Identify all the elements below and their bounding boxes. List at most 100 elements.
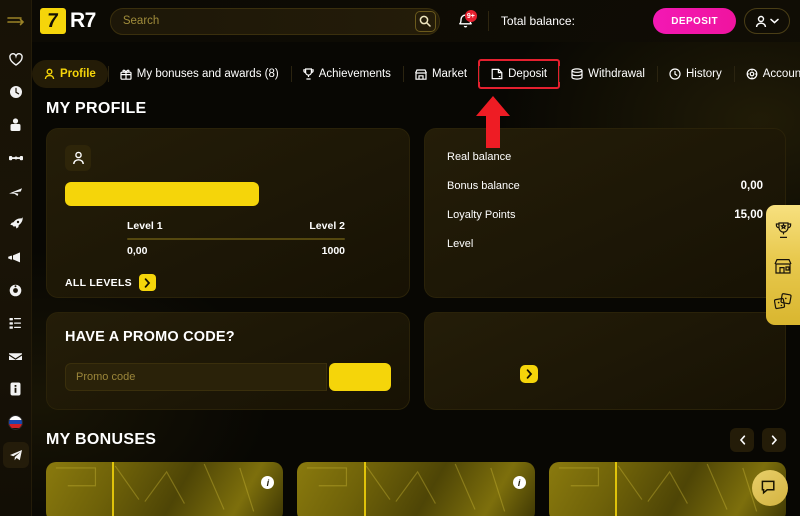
- bonuses-next-chevron-right-icon[interactable]: [762, 428, 786, 452]
- bonus-card[interactable]: i: [46, 462, 284, 516]
- balance-card: Real balance Bonus balance 0,00 Loyalty …: [424, 128, 786, 298]
- page-title: MY PROFILE: [46, 100, 147, 117]
- level-left-label: Level 1: [127, 220, 163, 232]
- secondary-card: [424, 312, 786, 410]
- promo-title: HAVE A PROMO CODE?: [65, 329, 235, 345]
- profile-nav-tabs: Profile My bonuses and awards (8) Achiev…: [32, 58, 800, 90]
- cash-icon: [571, 68, 583, 80]
- tab-history[interactable]: History: [656, 60, 734, 88]
- tab-market[interactable]: Market: [402, 60, 479, 88]
- heart-icon[interactable]: [3, 46, 29, 72]
- sports-icon[interactable]: [3, 145, 29, 171]
- rocket-icon[interactable]: [3, 211, 29, 237]
- tab-label: Account Settin: [762, 68, 800, 80]
- user-icon: [755, 15, 767, 27]
- slots-icon[interactable]: [3, 112, 29, 138]
- bonus-card[interactable]: [548, 462, 786, 516]
- level-progress-bar: [127, 238, 345, 240]
- level-values: 0,00 1000: [127, 245, 345, 257]
- info-icon[interactable]: [3, 376, 29, 402]
- chevron-down-icon: [770, 18, 779, 24]
- logo-mark-letter: 7: [46, 10, 60, 32]
- shop-icon[interactable]: [774, 258, 792, 274]
- tab-my-bonuses-and-awards[interactable]: My bonuses and awards (8): [107, 60, 291, 88]
- tab-deposit[interactable]: Deposit: [478, 59, 561, 89]
- brand-logo[interactable]: 7 R7: [40, 8, 96, 34]
- tab-label: Market: [431, 68, 468, 80]
- app-root: 7 R7 9+ Total balance: DEPOSIT: [0, 0, 800, 516]
- player-name-redacted: [65, 182, 259, 206]
- balance-row: Level: [447, 238, 763, 250]
- side-quick-widget: [766, 205, 800, 325]
- tab-profile[interactable]: Profile: [32, 60, 108, 88]
- user-menu-button[interactable]: [744, 8, 790, 34]
- left-sidebar: [0, 0, 32, 516]
- level-right-label: Level 2: [309, 220, 345, 232]
- bonuses-prev-chevron-left-icon[interactable]: [730, 428, 754, 452]
- tab-account-settings[interactable]: Account Settin: [733, 60, 800, 88]
- deposit-button[interactable]: DEPOSIT: [653, 8, 736, 34]
- dice-icon[interactable]: [774, 292, 792, 310]
- bonuses-title: MY BONUSES: [46, 431, 157, 448]
- total-balance-label: Total balance:: [500, 14, 575, 28]
- envelope-icon[interactable]: [3, 343, 29, 369]
- flag-ru-icon[interactable]: [3, 409, 29, 435]
- flag-ru-shape: [8, 414, 23, 430]
- bonus-card[interactable]: i: [297, 462, 535, 516]
- leaderboard-icon[interactable]: [3, 310, 29, 336]
- history-icon: [669, 68, 681, 80]
- user-icon: [44, 68, 55, 80]
- telegram-icon[interactable]: [2, 442, 29, 468]
- info-icon[interactable]: i: [512, 476, 526, 489]
- search-input[interactable]: [122, 15, 415, 27]
- header-divider: [487, 11, 489, 31]
- search-icon[interactable]: [414, 10, 436, 32]
- balance-label: Bonus balance: [447, 180, 520, 192]
- collapse-arrow-icon[interactable]: [3, 9, 29, 35]
- tab-label: Achievements: [318, 68, 391, 80]
- gift-icon: [120, 68, 132, 80]
- bell-badge: 9+: [464, 10, 477, 22]
- tab-withdrawal[interactable]: Withdrawal: [559, 60, 657, 88]
- search-bar[interactable]: [109, 7, 440, 35]
- level-left-value: 0,00: [127, 245, 148, 257]
- trophy-icon: [303, 68, 314, 80]
- gear-icon: [746, 68, 758, 80]
- balance-value: 15,00: [734, 209, 763, 221]
- balance-row: Bonus balance 0,00: [447, 180, 763, 192]
- balance-label: Level: [447, 238, 474, 250]
- promo-code-card: HAVE A PROMO CODE?: [46, 312, 410, 410]
- all-levels-label: ALL LEVELS: [65, 276, 132, 289]
- logo-text: R7: [70, 9, 96, 32]
- level-progress: Level 1 Level 2 0,00 1000: [127, 220, 345, 257]
- tab-label: My bonuses and awards (8): [136, 68, 279, 80]
- logo-mark-icon: 7: [40, 8, 66, 34]
- bonus-card-decoration: [307, 463, 506, 512]
- megaphone-icon[interactable]: [3, 244, 29, 270]
- promo-row: HAVE A PROMO CODE?: [32, 312, 800, 410]
- top-header: 7 R7 9+ Total balance: DEPOSIT: [32, 0, 800, 42]
- tab-label: Profile: [60, 68, 96, 80]
- tab-achievements[interactable]: Achievements: [290, 60, 403, 88]
- trophy-icon[interactable]: [775, 221, 792, 239]
- annotation-arrow-icon: [476, 96, 510, 148]
- balance-label: Loyalty Points: [447, 209, 516, 221]
- promo-apply-button[interactable]: [329, 363, 391, 391]
- wallet-icon: [491, 68, 503, 80]
- profile-row: Level 1 Level 2 0,00 1000 ALL LEVELS Rea…: [32, 128, 800, 298]
- chevron-right-icon[interactable]: [520, 365, 538, 383]
- chat-support-button[interactable]: [752, 470, 788, 506]
- roulette-icon[interactable]: [3, 277, 29, 303]
- notifications-bell[interactable]: 9+: [454, 9, 478, 33]
- tab-label: History: [685, 68, 722, 80]
- avatar[interactable]: [65, 145, 91, 171]
- shop-icon: [414, 68, 427, 80]
- main-content: MY PROFILE Level 1 Level 2 0,00 1000 ALL…: [32, 100, 800, 516]
- level-right-value: 1000: [321, 245, 345, 257]
- balance-row: Loyalty Points 15,00: [447, 209, 763, 221]
- all-levels-link[interactable]: ALL LEVELS: [65, 274, 391, 291]
- promo-code-input[interactable]: [65, 363, 327, 391]
- balance-value: 0,00: [740, 180, 763, 192]
- aviator-icon[interactable]: [3, 178, 29, 204]
- clock-icon[interactable]: [3, 79, 29, 105]
